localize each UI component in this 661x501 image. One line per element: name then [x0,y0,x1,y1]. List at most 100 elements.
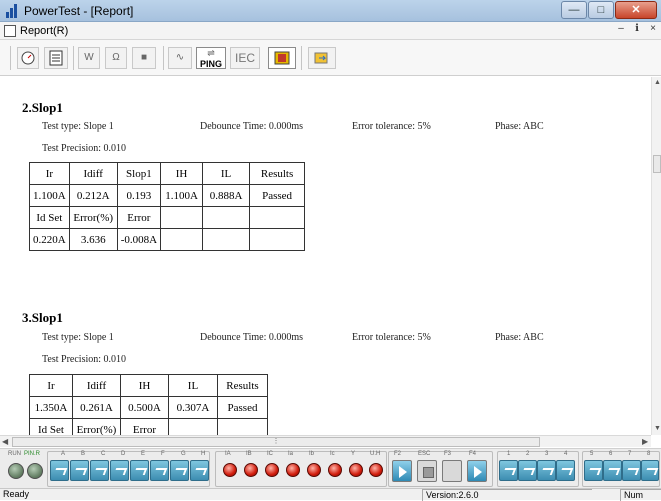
report-button[interactable] [44,47,68,69]
export-icon[interactable] [308,47,336,69]
vertical-scrollbar[interactable]: ▲ ▼ [651,77,661,435]
output-1-button[interactable] [499,460,518,481]
table-cell [202,206,251,229]
section-title: 3.Slop1 [22,310,63,325]
results-table: Ir Idiff Slop1 IH IL Results 1.100A 0.21… [29,162,306,251]
table-cell [249,206,306,229]
binary-label: A [61,451,66,457]
output-label: 1 [507,451,511,457]
book-icon[interactable] [268,47,296,69]
scroll-up-icon[interactable]: ▲ [654,79,661,86]
output-label: 3 [545,451,549,457]
table-cell: Id Set [29,418,73,435]
f4-button[interactable] [467,460,487,482]
settings-icon[interactable]: Ω [105,47,127,69]
output-label: 5 [590,451,594,457]
table-cell: Error [116,206,162,229]
table-row: Id Set Error(%) Error [29,206,306,229]
table-cell: 0.212A [68,184,118,207]
error-tolerance: Error tolerance: 5% [352,121,431,132]
binary-input-g-button[interactable] [170,460,189,481]
close-button[interactable]: ✕ [615,1,657,19]
analog-label: Ia [288,451,294,457]
binary-input-a-button[interactable] [50,460,69,481]
binary-label: F [161,451,165,457]
f3-button[interactable] [442,460,462,482]
play-button[interactable] [392,460,412,482]
table-cell [168,418,218,435]
output-3-button[interactable] [537,460,556,481]
output-5-button[interactable] [584,460,603,481]
y-indicator-icon [349,463,363,477]
results-table: Ir Idiff IH IL Results 1.350A 0.261A 0.5… [29,374,268,435]
menu-bar: Report(R) – ℹ × [0,22,661,40]
output-2-button[interactable] [518,460,537,481]
ping-button[interactable]: ⇌ PING [196,47,226,69]
stop-button[interactable] [417,460,437,482]
table-cell: 1.350A [29,396,73,419]
table-cell: Results [249,162,306,185]
table-cell: -0.008A [116,228,162,251]
table-cell: Error [120,418,169,435]
analog-label: U.H [370,451,381,457]
output-8-button[interactable] [641,460,659,481]
binary-input-d-button[interactable] [110,460,129,481]
phase: Phase: ABC [495,121,544,132]
mdi-close-button[interactable]: × [645,23,661,34]
iec-button[interactable]: IEC [230,47,260,69]
vertical-scroll-thumb[interactable] [653,155,661,173]
output-4-button[interactable] [556,460,575,481]
status-text: Ready [3,489,30,499]
menu-item-report[interactable]: Report(R) [20,25,68,37]
analog-label: IA [225,451,231,457]
horizontal-scroll-thumb[interactable]: ⋮ [12,437,540,447]
scroll-left-icon[interactable]: ◀ [2,437,8,446]
fkey-label: ESC [418,451,431,457]
binary-input-c-button[interactable] [90,460,109,481]
table-cell: Ir [29,374,73,397]
output-6-button[interactable] [603,460,622,481]
maximize-button[interactable]: □ [588,1,614,19]
table-cell: 0.888A [202,184,251,207]
analog-label: Y [351,451,356,457]
run-indicator-icon [8,463,24,479]
mdi-minimize-button[interactable]: – [613,23,629,34]
binary-input-f-button[interactable] [150,460,169,481]
ib-indicator-icon [244,463,258,477]
waveform-icon[interactable]: ∿ [168,47,192,69]
output-label: 2 [526,451,530,457]
binary-input-e-button[interactable] [130,460,149,481]
output-7-button[interactable] [622,460,641,481]
table-row: 0.220A 3.636 -0.008A [29,228,306,251]
document-icon[interactable] [4,24,16,37]
uh-indicator-icon [369,463,383,477]
analog-label: Ib [309,451,315,457]
scroll-down-icon[interactable]: ▼ [654,425,661,432]
ia-lower-indicator-icon [286,463,300,477]
table-cell: Slop1 [116,162,162,185]
debounce-time: Debounce Time: 0.000ms [200,332,304,343]
table-cell: Passed [217,396,268,419]
table-row: 1.100A 0.212A 0.193 1.100A 0.888A Passed [29,184,306,207]
table-cell [160,228,204,251]
table-cell: Error(%) [68,206,118,229]
ib-lower-indicator-icon [307,463,321,477]
table-cell: Ir [29,162,70,185]
app-icon [6,3,20,18]
binary-input-b-button[interactable] [70,460,89,481]
print-icon[interactable]: ■ [132,47,156,69]
table-cell: 1.100A [160,184,204,207]
table-cell: Passed [249,184,306,207]
table-row: Id Set Error(%) Error [29,418,268,435]
binary-input-h-button[interactable] [190,460,209,481]
scroll-right-icon[interactable]: ▶ [642,437,648,446]
mdi-restore-button[interactable]: ℹ [629,23,645,34]
horizontal-scrollbar[interactable]: ◀ ⋮ ▶ [0,435,651,447]
minimize-button[interactable]: — [561,1,587,19]
output-label: 4 [564,451,568,457]
test-type: Test type: Slope 1 [42,121,114,132]
word-icon[interactable]: W [78,47,100,69]
gauge-button[interactable] [17,47,39,69]
binary-label: H [201,451,206,457]
table-cell [202,228,251,251]
